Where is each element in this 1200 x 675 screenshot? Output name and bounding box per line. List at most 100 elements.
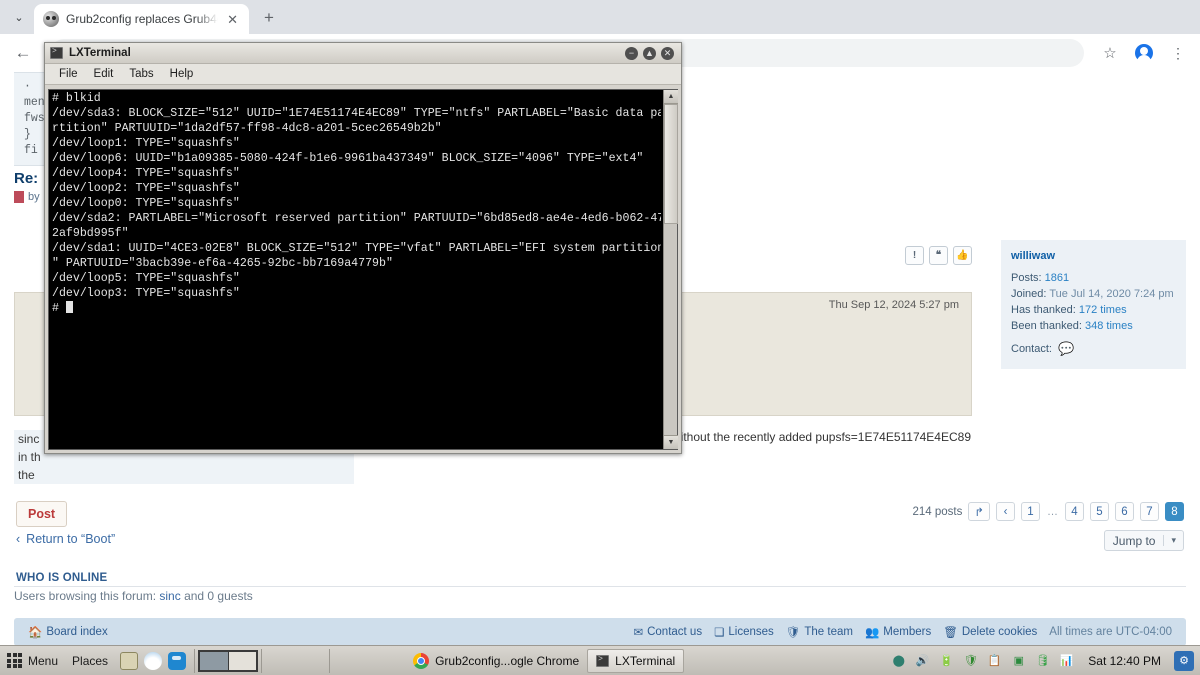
sync-icon[interactable]: ⬤ xyxy=(890,652,907,669)
system-tray: ⬤ 🔊 🔋 🛡 📋 ▣ 🛢 📊 Sat 12:40 PM ⚙ xyxy=(890,650,1200,671)
return-to-boot-link[interactable]: ‹ Return to “Boot” xyxy=(16,532,115,546)
footer-links: ✉ Contact us ❏ Licenses 🛡 The team 👥 Members… xyxy=(633,625,1172,639)
jump-to-post-icon[interactable]: ↱ xyxy=(968,502,990,521)
task-lxterminal[interactable]: LXTerminal xyxy=(587,648,685,673)
who-prefix: Users browsing this forum: xyxy=(14,589,160,603)
scrollbar-thumb[interactable] xyxy=(664,104,678,224)
terminal-icon xyxy=(596,654,610,667)
close-icon[interactable]: ✕ xyxy=(225,11,240,28)
back-icon[interactable]: ← xyxy=(8,38,38,68)
page-7-button[interactable]: 7 xyxy=(1140,502,1159,521)
task-lxterminal-label: LXTerminal xyxy=(615,653,676,668)
post-reply-button[interactable]: Post xyxy=(16,501,68,527)
profile-row: Joined: Tue Jul 14, 2020 7:24 pm xyxy=(1011,286,1176,302)
message-bubble-icon[interactable]: 💬 xyxy=(1058,341,1074,357)
chevron-left-icon: ‹ xyxy=(16,532,21,546)
browser-icon[interactable] xyxy=(144,651,163,670)
terminal-scrollbar[interactable]: ▲ ▼ xyxy=(663,90,678,449)
delete-cookies-link[interactable]: 🗑 Delete cookies xyxy=(943,625,1037,639)
terminal-titlebar[interactable]: LXTerminal − ▲ ✕ xyxy=(45,43,681,64)
menu-file[interactable]: File xyxy=(51,67,86,81)
jump-to-dropdown[interactable]: Jump to ▾ xyxy=(1103,530,1184,551)
shield-icon: 🛡 xyxy=(785,627,801,639)
page-4-button[interactable]: 4 xyxy=(1065,502,1084,521)
page-8-button-current[interactable]: 8 xyxy=(1165,502,1184,521)
window-buttons: − ▲ ✕ xyxy=(625,46,676,60)
window-task-list: Grub2config...ogle Chrome LXTerminal xyxy=(405,648,685,673)
lxterminal-window[interactable]: LXTerminal − ▲ ✕ File Edit Tabs Help # b… xyxy=(44,42,682,454)
board-index-label: Board index xyxy=(46,626,108,638)
window-icon[interactable]: ▣ xyxy=(1010,652,1027,669)
close-icon[interactable]: ✕ xyxy=(661,46,674,60)
file-manager-icon[interactable] xyxy=(120,651,139,670)
post-count: 214 posts xyxy=(912,505,963,518)
scroll-down-icon[interactable]: ▼ xyxy=(664,435,678,449)
menu-edit[interactable]: Edit xyxy=(86,67,122,81)
gear-icon[interactable]: ⚙ xyxy=(1174,650,1194,671)
menu-help[interactable]: Help xyxy=(162,67,202,81)
terminal-launcher-icon[interactable] xyxy=(168,651,187,670)
new-tab-button[interactable]: + xyxy=(255,4,283,32)
profile-row: Been thanked: 348 times xyxy=(1011,318,1176,334)
terminal-cursor xyxy=(65,301,73,313)
terminal-menubar: File Edit Tabs Help xyxy=(45,64,681,85)
page-6-button[interactable]: 6 xyxy=(1115,502,1134,521)
quote-icon[interactable]: ❝ xyxy=(929,246,948,265)
places-label: Places xyxy=(72,653,109,668)
author-name[interactable]: williwaw xyxy=(1011,248,1176,264)
contact-us-label: Contact us xyxy=(647,626,703,638)
thanks-thumb-icon[interactable]: 👍 xyxy=(953,246,972,265)
places-button[interactable]: Places xyxy=(65,646,115,675)
battery-icon[interactable]: 🔋 xyxy=(938,652,955,669)
maximize-icon[interactable]: ▲ xyxy=(643,46,656,60)
clipboard-icon[interactable]: 📋 xyxy=(986,652,1003,669)
terminal-screen[interactable]: # blkid /dev/sda3: BLOCK_SIZE="512" UUID… xyxy=(48,89,678,450)
shield-icon[interactable]: 🛡 xyxy=(962,652,979,669)
desktop-taskbar: Menu Places Grub2config...ogle Chrome LX… xyxy=(0,645,1200,675)
taskbar-clock[interactable]: Sat 12:40 PM xyxy=(1082,654,1167,668)
licenses-link[interactable]: ❏ Licenses xyxy=(714,625,774,639)
bookmark-star-icon[interactable]: ☆ xyxy=(1096,39,1124,67)
divider xyxy=(14,586,1186,587)
browser-tab[interactable]: Grub2config replaces Grub4dos ✕ xyxy=(34,4,249,34)
footer-bar: 🏠 Board index ✉ Contact us ❏ Licenses 🛡 The… xyxy=(14,618,1186,645)
licenses-label: Licenses xyxy=(728,626,774,638)
profile-key: Joined: xyxy=(1011,288,1047,300)
members-label: Members xyxy=(883,626,932,638)
scroll-up-icon[interactable]: ▲ xyxy=(664,90,678,104)
page-1-button[interactable]: 1 xyxy=(1021,502,1040,521)
members-link[interactable]: 👥 Members xyxy=(865,625,931,639)
report-icon[interactable]: ! xyxy=(905,246,924,265)
minimize-icon[interactable]: − xyxy=(625,46,638,60)
chrome-menu-icon[interactable]: ⋮ xyxy=(1164,39,1192,67)
drive-icon[interactable]: 🛢 xyxy=(1034,652,1051,669)
who-is-online-heading: WHO IS ONLINE xyxy=(16,572,108,584)
the-team-link[interactable]: 🛡 The team xyxy=(786,625,853,639)
monitor-icon[interactable]: 📊 xyxy=(1058,652,1075,669)
volume-icon[interactable]: 🔊 xyxy=(914,652,931,669)
page-5-button[interactable]: 5 xyxy=(1090,502,1109,521)
profile-avatar[interactable] xyxy=(1130,39,1158,67)
taskbar-spacer xyxy=(265,649,329,673)
who-user-link[interactable]: sinc xyxy=(159,589,180,603)
people-icon: 👥 xyxy=(864,627,880,639)
profile-value[interactable]: 1861 xyxy=(1045,272,1069,284)
menu-button[interactable]: Menu xyxy=(0,646,65,675)
profile-value[interactable]: 348 times xyxy=(1085,320,1133,332)
who-suffix: and 0 guests xyxy=(180,589,253,603)
menu-tabs[interactable]: Tabs xyxy=(121,67,161,81)
quick-launch xyxy=(115,651,191,670)
board-index-link[interactable]: 🏠 Board index xyxy=(28,625,108,639)
task-chrome[interactable]: Grub2config...ogle Chrome xyxy=(405,649,587,673)
profile-value[interactable]: 172 times xyxy=(1079,304,1127,316)
apps-grid-icon xyxy=(7,653,22,668)
contact-us-link[interactable]: ✉ Contact us xyxy=(633,625,702,639)
profile-key: Posts: xyxy=(1011,272,1042,284)
desktop-pager[interactable] xyxy=(198,649,259,672)
trash-icon: 🗑 xyxy=(943,627,958,639)
previous-page-icon[interactable]: ‹ xyxy=(996,502,1015,521)
taskbar-spacer xyxy=(329,648,399,673)
menu-label: Menu xyxy=(28,653,59,668)
tab-search-chevron-icon[interactable]: ⌄ xyxy=(4,3,34,31)
terminal-output-text: # blkid /dev/sda3: BLOCK_SIZE="512" UUID… xyxy=(52,92,661,315)
